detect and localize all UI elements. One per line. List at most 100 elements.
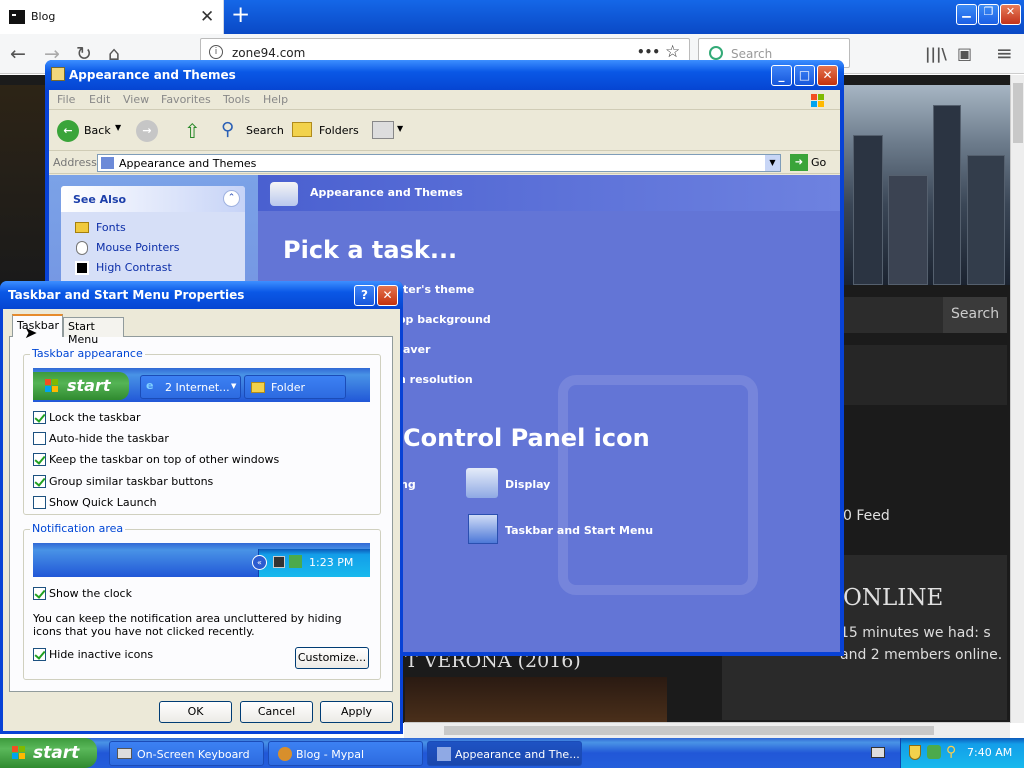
browser-restore-button[interactable]: ❐ [978,4,999,25]
network-tray-icon[interactable] [927,745,941,759]
group-buttons-checkbox[interactable] [33,475,46,488]
search-button[interactable]: Search [246,124,284,137]
pick-task-heading: Pick a task... [283,236,458,264]
search-placeholder: Search [731,47,773,61]
address-dropdown-icon[interactable]: ▼ [765,155,780,171]
see-also-mouse-pointers[interactable]: Mouse Pointers [96,241,180,254]
search-icon[interactable]: ⚲ [221,119,234,140]
tab-close-icon[interactable]: ✕ [200,7,214,27]
new-tab-button[interactable]: + [231,2,250,28]
group-buttons-label[interactable]: Group similar taskbar buttons [49,475,213,488]
tab-start-menu[interactable]: Start Menu [63,317,124,346]
lock-taskbar-label[interactable]: Lock the taskbar [49,411,141,424]
up-folder-icon[interactable]: ⇧ [184,119,201,143]
folders-icon[interactable] [292,122,312,137]
back-button[interactable]: Back [84,124,111,137]
back-arrow-icon[interactable]: ← [10,43,26,65]
browser-horizontal-scrollbar[interactable] [404,722,1010,738]
search-tray-icon[interactable]: ⚲ [946,744,956,760]
task-change-theme[interactable]: ter's theme [403,283,474,296]
menu-file[interactable]: File [57,93,75,106]
search-engine-icon [709,46,723,60]
sidebar-icon[interactable]: ▣ [957,44,972,63]
explorer-maximize-button[interactable]: □ [794,65,815,86]
preview-ie-label: 2 Internet... [165,381,230,394]
go-arrow-icon[interactable]: ➜ [790,154,808,171]
dialog-title-bar[interactable]: Taskbar and Start Menu Properties ? ✕ [0,281,403,309]
dialog-close-button[interactable]: ✕ [377,285,398,306]
hide-inactive-checkbox[interactable] [33,648,46,661]
explorer-title-bar[interactable]: Appearance and Themes _ □ ✕ [45,60,844,90]
tray-clock: 7:40 AM [967,746,1013,759]
quick-launch-label[interactable]: Show Quick Launch [49,496,157,509]
menu-icon[interactable]: ≡ [996,41,1013,65]
cancel-button[interactable]: Cancel [240,701,313,723]
address-value: Appearance and Themes [119,157,257,170]
back-icon[interactable]: ← [57,120,79,142]
web-panel [843,345,1007,405]
help-button[interactable]: ? [354,285,375,306]
tab-taskbar[interactable]: Taskbar [12,314,63,337]
menu-tools[interactable]: Tools [223,93,250,106]
apply-button[interactable]: Apply [320,701,393,723]
web-search-button[interactable]: Search [943,297,1007,333]
menu-favorites[interactable]: Favorites [161,93,211,106]
task-appearance[interactable]: Appearance and The... [427,741,582,766]
explorer-minimize-button[interactable]: _ [771,65,792,86]
icon-display[interactable]: Display [505,478,550,491]
show-clock-label[interactable]: Show the clock [49,587,132,600]
menu-view[interactable]: View [123,93,149,106]
task-blog-mypal[interactable]: Blog - Mypal [268,741,423,766]
explorer-close-button[interactable]: ✕ [817,65,838,86]
back-dropdown-icon[interactable]: ▼ [115,123,121,132]
menu-edit[interactable]: Edit [89,93,110,106]
browser-vertical-scrollbar[interactable] [1010,75,1024,723]
web-movie-image[interactable] [405,677,667,722]
preview-ie-task: e 2 Internet... ▼ [140,375,241,399]
see-also-fonts[interactable]: Fonts [96,221,126,234]
views-icon[interactable] [372,121,394,139]
task-osk[interactable]: On-Screen Keyboard [109,741,264,766]
folders-button[interactable]: Folders [319,124,359,137]
notification-description: You can keep the notification area unclu… [33,612,342,638]
security-shield-icon[interactable] [909,745,921,760]
web-feed-text[interactable]: 0 Feed [843,508,890,524]
see-also-header[interactable]: See Also ⌃ [61,186,245,212]
address-input[interactable]: Appearance and Themes ▼ [97,154,781,172]
bookmark-star-icon[interactable]: ☆ [665,42,680,62]
forward-icon[interactable]: → [136,120,158,142]
mouse-cursor-icon: ➤ [24,323,38,342]
page-actions-icon[interactable]: ••• [637,45,660,59]
web-search-input[interactable] [843,297,943,333]
views-dropdown-icon[interactable]: ▼ [397,124,403,133]
auto-hide-label[interactable]: Auto-hide the taskbar [49,432,169,445]
auto-hide-checkbox[interactable] [33,432,46,445]
go-button[interactable]: Go [811,156,826,169]
keyboard-tray-icon[interactable] [871,747,885,758]
library-icon[interactable]: |||\ [925,45,947,63]
see-also-high-contrast[interactable]: High Contrast [96,261,172,274]
show-clock-checkbox[interactable] [33,587,46,600]
browser-minimize-button[interactable]: ▁ [956,4,977,25]
customize-button[interactable]: Customize... [295,647,369,669]
icon-taskbar-start-menu[interactable]: Taskbar and Start Menu [505,524,653,537]
web-online-text: 15 minutes we had: s and 2 members onlin… [840,625,1003,663]
ok-button[interactable]: OK [159,701,232,723]
task-screen-resolution[interactable]: n resolution [398,373,473,386]
task-desktop-background[interactable]: op background [398,313,491,326]
high-contrast-icon [75,261,89,275]
quick-launch-checkbox[interactable] [33,496,46,509]
keep-on-top-checkbox[interactable] [33,453,46,466]
lock-taskbar-checkbox[interactable] [33,411,46,424]
browser-tab[interactable]: Blog ✕ [0,0,224,34]
taskbar-start-menu-icon[interactable] [468,514,498,544]
browser-close-button[interactable]: ✕ [1000,4,1021,25]
start-button[interactable]: start [0,738,97,768]
collapse-chevron-icon[interactable]: ⌃ [223,190,240,207]
task-screen-saver[interactable]: aver [403,343,430,356]
keep-on-top-label[interactable]: Keep the taskbar on top of other windows [49,453,279,466]
hide-inactive-label[interactable]: Hide inactive icons [49,648,153,661]
display-icon[interactable] [466,468,498,498]
info-icon[interactable]: i [209,45,223,59]
menu-help[interactable]: Help [263,93,288,106]
